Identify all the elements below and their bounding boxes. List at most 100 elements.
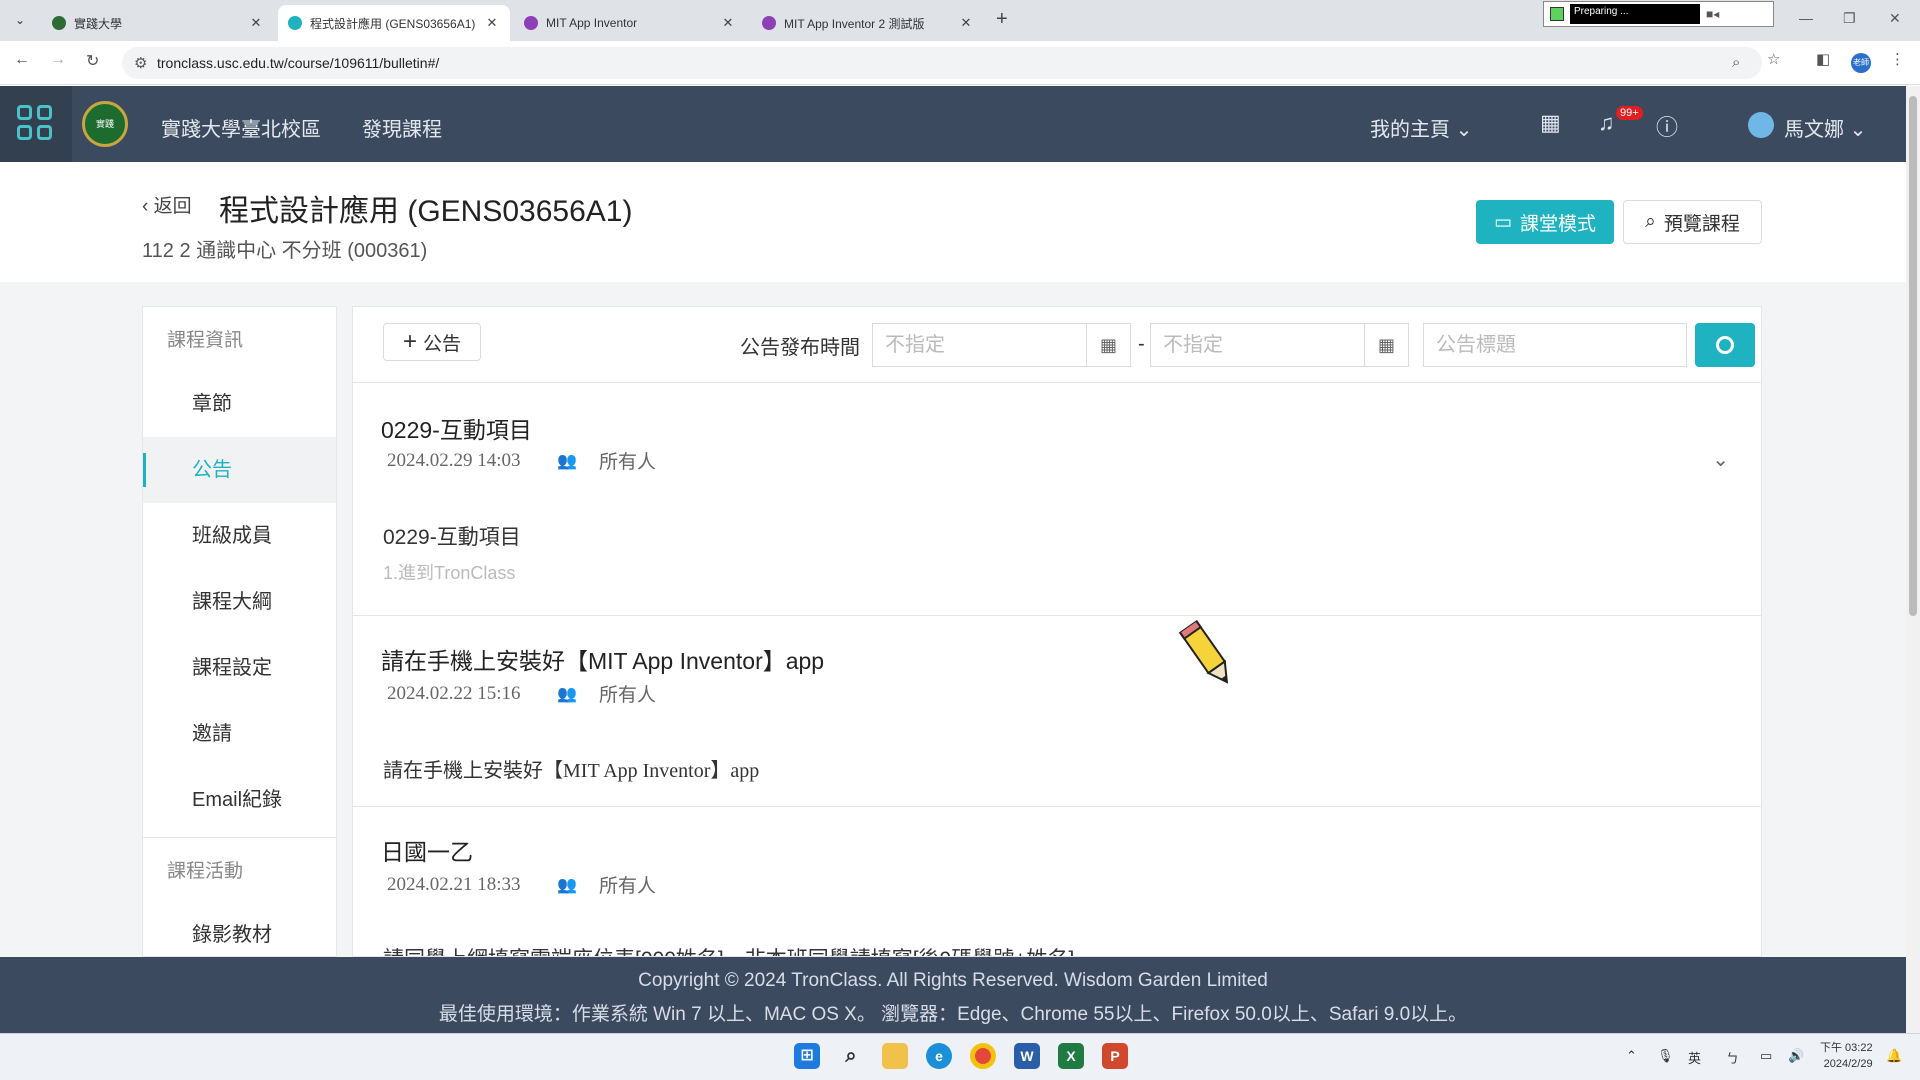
apps-menu-button[interactable] — [0, 86, 72, 162]
date-range-dash: - — [1138, 333, 1145, 355]
ime-indicator[interactable]: 英 — [1688, 1048, 1701, 1067]
announcement-item[interactable]: 日國一乙 2024.02.21 18:33 👥 所有人 請同學上網填寫雲端座位表… — [353, 807, 1761, 956]
page-scrollbar[interactable] — [1906, 86, 1920, 1033]
date-from-input[interactable] — [873, 324, 1073, 366]
network-icon[interactable]: ▭ — [1760, 1048, 1772, 1064]
chrome-icon[interactable] — [970, 1043, 996, 1069]
announcement-item[interactable]: 0229-互動項目 2024.02.29 14:03 👥 所有人 ⌄ 0229-… — [353, 383, 1761, 616]
system-clock[interactable]: 下午 03:22 2024/2/29 — [1820, 1040, 1873, 1072]
date-from-field[interactable]: ▦ — [872, 323, 1131, 367]
sidebar-item-announcements[interactable]: 公告 — [143, 437, 336, 503]
audience-icon: 👥 — [557, 685, 577, 703]
announcement-title[interactable]: 日國一乙 — [381, 833, 473, 867]
excel-icon[interactable]: X — [1058, 1043, 1084, 1069]
bell-icon[interactable]: ♫ — [1598, 110, 1615, 136]
camera-icon[interactable]: ■◂ — [1706, 7, 1719, 21]
site-info-icon[interactable]: ⚙ — [134, 54, 147, 72]
back-arrow-icon[interactable]: ← — [14, 51, 30, 69]
tab-mit-app-inventor[interactable]: MIT App Inventor ✕ — [514, 5, 746, 41]
profile-avatar[interactable]: 老師 — [1851, 53, 1871, 73]
close-icon[interactable]: ✕ — [958, 15, 974, 31]
sidebar-item-settings[interactable]: 課程設定 — [143, 635, 336, 701]
zoom-icon[interactable]: ⌕ — [1732, 54, 1740, 71]
announcement-meta: 2024.02.29 14:03 👥 所有人 — [387, 447, 656, 474]
volume-icon[interactable]: 🔊 — [1788, 1048, 1804, 1064]
powerpoint-icon[interactable]: P — [1102, 1043, 1128, 1069]
plus-icon: + — [402, 328, 417, 355]
sidebar-group-activities: 課程活動 — [167, 861, 244, 882]
audience-icon: 👥 — [557, 876, 577, 894]
environment-text: 最佳使用環境：作業系統 Win 7 以上、MAC OS X。 瀏覽器：Edge、… — [438, 1004, 1468, 1025]
search-icon: ⌕ — [1645, 211, 1656, 232]
scrollbar-thumb[interactable] — [1909, 96, 1917, 616]
my-home-menu[interactable]: 我的主頁 ⌄ — [1370, 113, 1472, 142]
sidebar-item-invite[interactable]: 邀請 — [143, 701, 336, 767]
edge-icon[interactable]: e — [926, 1043, 952, 1069]
forward-arrow-icon[interactable]: → — [50, 51, 66, 69]
tronclass-favicon-icon — [288, 16, 302, 30]
new-tab-button[interactable]: + — [996, 8, 1008, 31]
windows-start-icon[interactable]: ⊞ — [794, 1043, 820, 1069]
discover-courses-link[interactable]: 發現課程 — [362, 113, 442, 142]
tray-chevron-up-icon[interactable]: ⌃ — [1626, 1048, 1637, 1064]
announcement-body: 0229-互動項目 — [383, 526, 521, 549]
file-explorer-icon[interactable] — [882, 1043, 908, 1069]
announcement-title[interactable]: 請在手機上安裝好【MIT App Inventor】app — [381, 642, 824, 676]
notification-bell-icon[interactable]: 🔔 — [1886, 1048, 1902, 1064]
title-search-field[interactable] — [1423, 323, 1687, 367]
back-link[interactable]: ‹ 返回 — [142, 191, 192, 218]
tab-search-chevron-icon[interactable]: ⌄ — [8, 8, 32, 32]
search-icon[interactable]: ⌕ — [838, 1043, 864, 1069]
microphone-icon[interactable]: 🎙 — [1657, 1048, 1674, 1064]
tab-course[interactable]: 程式設計應用 (GENS03656A1) ✕ — [278, 5, 510, 41]
search-icon — [1716, 336, 1734, 354]
announcement-title[interactable]: 0229-互動項目 — [381, 411, 532, 445]
sidebar-item-members[interactable]: 班級成員 — [143, 503, 336, 569]
title-search-input[interactable] — [1424, 324, 1624, 366]
minimize-icon[interactable]: — — [1799, 10, 1813, 26]
user-menu[interactable]: 馬文娜 ⌄ — [1784, 113, 1866, 142]
side-panel-icon[interactable]: ◧ — [1816, 50, 1830, 68]
calendar-icon[interactable]: ▦ — [1086, 324, 1130, 366]
word-icon[interactable]: W — [1014, 1043, 1040, 1069]
sidebar-item-syllabus[interactable]: 課程大綱 — [143, 569, 336, 635]
calendar-icon[interactable]: ▦ — [1540, 110, 1561, 136]
preview-course-label: 預覽課程 — [1663, 213, 1740, 235]
search-button[interactable] — [1695, 323, 1755, 367]
add-announcement-button[interactable]: + 公告 — [383, 323, 481, 361]
classroom-mode-button[interactable]: ▭ 課堂模式 — [1476, 200, 1614, 244]
clock-date: 2024/2/29 — [1823, 1058, 1873, 1070]
sidebar-item-email-log[interactable]: Email紀錄 — [143, 767, 336, 833]
user-avatar-icon[interactable] — [1748, 112, 1774, 138]
bookmark-star-icon[interactable]: ☆ — [1767, 50, 1780, 68]
url-field[interactable]: ⚙ tronclass.usc.edu.tw/course/109611/bul… — [122, 47, 1762, 79]
date-to-input[interactable] — [1151, 324, 1351, 366]
tab-usc[interactable]: 實踐大學 ✕ — [42, 5, 274, 41]
sidebar-item-chapters[interactable]: 章節 — [143, 371, 336, 437]
calendar-icon[interactable]: ▦ — [1364, 324, 1408, 366]
reload-icon[interactable]: ↻ — [86, 51, 99, 71]
preview-course-button[interactable]: ⌕ 預覽課程 — [1623, 200, 1762, 244]
tab-mit-app-inventor-beta[interactable]: MIT App Inventor 2 測試版 ✕ — [752, 5, 984, 41]
sidebar-group-course-info: 課程資訊 — [167, 330, 244, 351]
school-campus-link[interactable]: 實踐大學臺北校區 — [161, 113, 321, 142]
recorder-widget[interactable]: Preparing ... ■◂ — [1543, 1, 1774, 27]
chat-icon: ▭ — [1494, 211, 1512, 233]
help-icon[interactable]: ⓘ — [1656, 110, 1678, 142]
announcement-meta: 2024.02.21 18:33 👥 所有人 — [387, 871, 656, 898]
school-logo[interactable]: 實踐 — [82, 101, 128, 147]
announcement-audience: 所有人 — [599, 685, 657, 706]
announcement-item[interactable]: 請在手機上安裝好【MIT App Inventor】app 2024.02.22… — [353, 616, 1761, 807]
notification-badge: 99+ — [1616, 106, 1643, 120]
close-icon[interactable]: ✕ — [720, 15, 736, 31]
sidebar-item-video[interactable]: 錄影教材 — [143, 902, 336, 956]
close-icon[interactable]: ✕ — [484, 15, 500, 31]
close-icon[interactable]: ✕ — [248, 15, 264, 31]
window-close-icon[interactable]: ✕ — [1889, 10, 1901, 27]
date-to-field[interactable]: ▦ — [1150, 323, 1409, 367]
browser-menu-icon[interactable]: ⋮ — [1890, 50, 1905, 68]
back-label: 返回 — [153, 196, 192, 217]
chevron-down-icon[interactable]: ⌄ — [1712, 447, 1729, 472]
restore-icon[interactable]: ❐ — [1843, 10, 1856, 27]
ime-mode-icon[interactable]: ㄅ — [1726, 1048, 1739, 1067]
